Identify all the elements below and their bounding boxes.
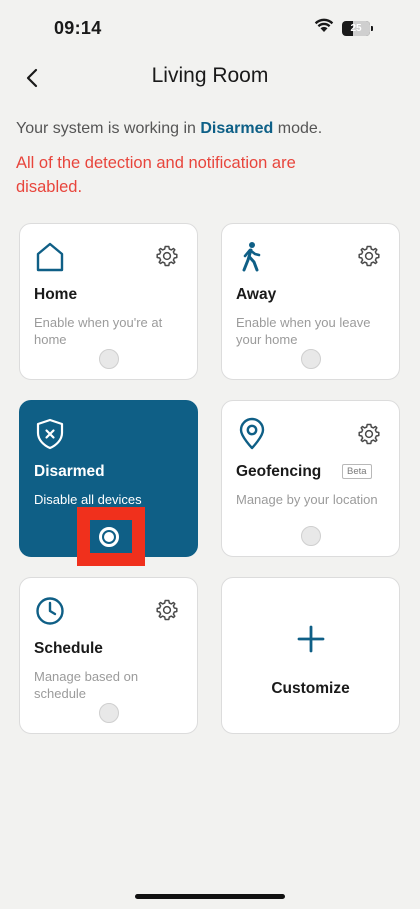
mode-radio-disarmed[interactable] xyxy=(99,527,119,547)
gear-icon[interactable] xyxy=(357,422,381,446)
mode-description: Enable when you leave your home xyxy=(236,315,371,347)
mode-radio-schedule[interactable] xyxy=(99,703,119,723)
page-title: Living Room xyxy=(151,64,269,87)
mode-radio-home[interactable] xyxy=(99,349,119,369)
mode-card-geofencing[interactable]: Geofencing Beta Manage by your location xyxy=(221,400,400,557)
mode-card-away[interactable]: Away Enable when you leave your home xyxy=(221,223,400,380)
plus-icon xyxy=(297,625,325,653)
mode-title: Disarmed xyxy=(34,463,105,480)
system-status-text: Your system is working in Disarmed mode. xyxy=(16,120,323,137)
mode-radio-away[interactable] xyxy=(301,349,321,369)
home-indicator xyxy=(135,894,285,899)
mode-card-disarmed[interactable]: Disarmed Disable all devices xyxy=(19,400,198,557)
warning-text: All of the detection and notification ar… xyxy=(16,154,296,196)
mode-card-home[interactable]: Home Enable when you're at home xyxy=(19,223,198,380)
status-mode: Disarmed xyxy=(200,120,274,137)
gear-icon[interactable] xyxy=(357,244,381,268)
mode-card-schedule[interactable]: Schedule Manage based on schedule xyxy=(19,577,198,734)
home-icon xyxy=(36,242,64,272)
customize-card[interactable]: Customize xyxy=(221,577,400,734)
gear-icon[interactable] xyxy=(155,244,179,268)
walking-person-icon xyxy=(242,242,261,272)
mode-description: Manage based on schedule xyxy=(34,669,139,701)
mode-title: Away xyxy=(236,286,277,303)
mode-description: Manage by your location xyxy=(236,492,378,507)
customize-label: Customize xyxy=(271,680,350,697)
mode-title: Geofencing xyxy=(236,463,322,480)
battery-level: 25 xyxy=(350,22,362,34)
beta-badge: Beta xyxy=(342,464,372,479)
shield-x-icon xyxy=(36,418,64,450)
mode-radio-geofencing[interactable] xyxy=(301,526,321,546)
header: Living Room xyxy=(0,58,420,98)
status-indicators: 25 xyxy=(314,18,373,38)
status-time: 09:14 xyxy=(54,18,102,38)
wifi-icon xyxy=(314,18,334,38)
mode-title: Home xyxy=(34,286,78,303)
mode-description: Enable when you're at home xyxy=(34,315,163,347)
clock-icon xyxy=(36,597,64,625)
location-pin-icon xyxy=(239,417,265,450)
battery-icon: 25 xyxy=(342,20,373,36)
mode-title: Schedule xyxy=(34,640,103,657)
status-bar: 09:14 25 xyxy=(0,0,420,58)
gear-icon[interactable] xyxy=(155,598,179,622)
mode-description: Disable all devices xyxy=(34,492,142,507)
